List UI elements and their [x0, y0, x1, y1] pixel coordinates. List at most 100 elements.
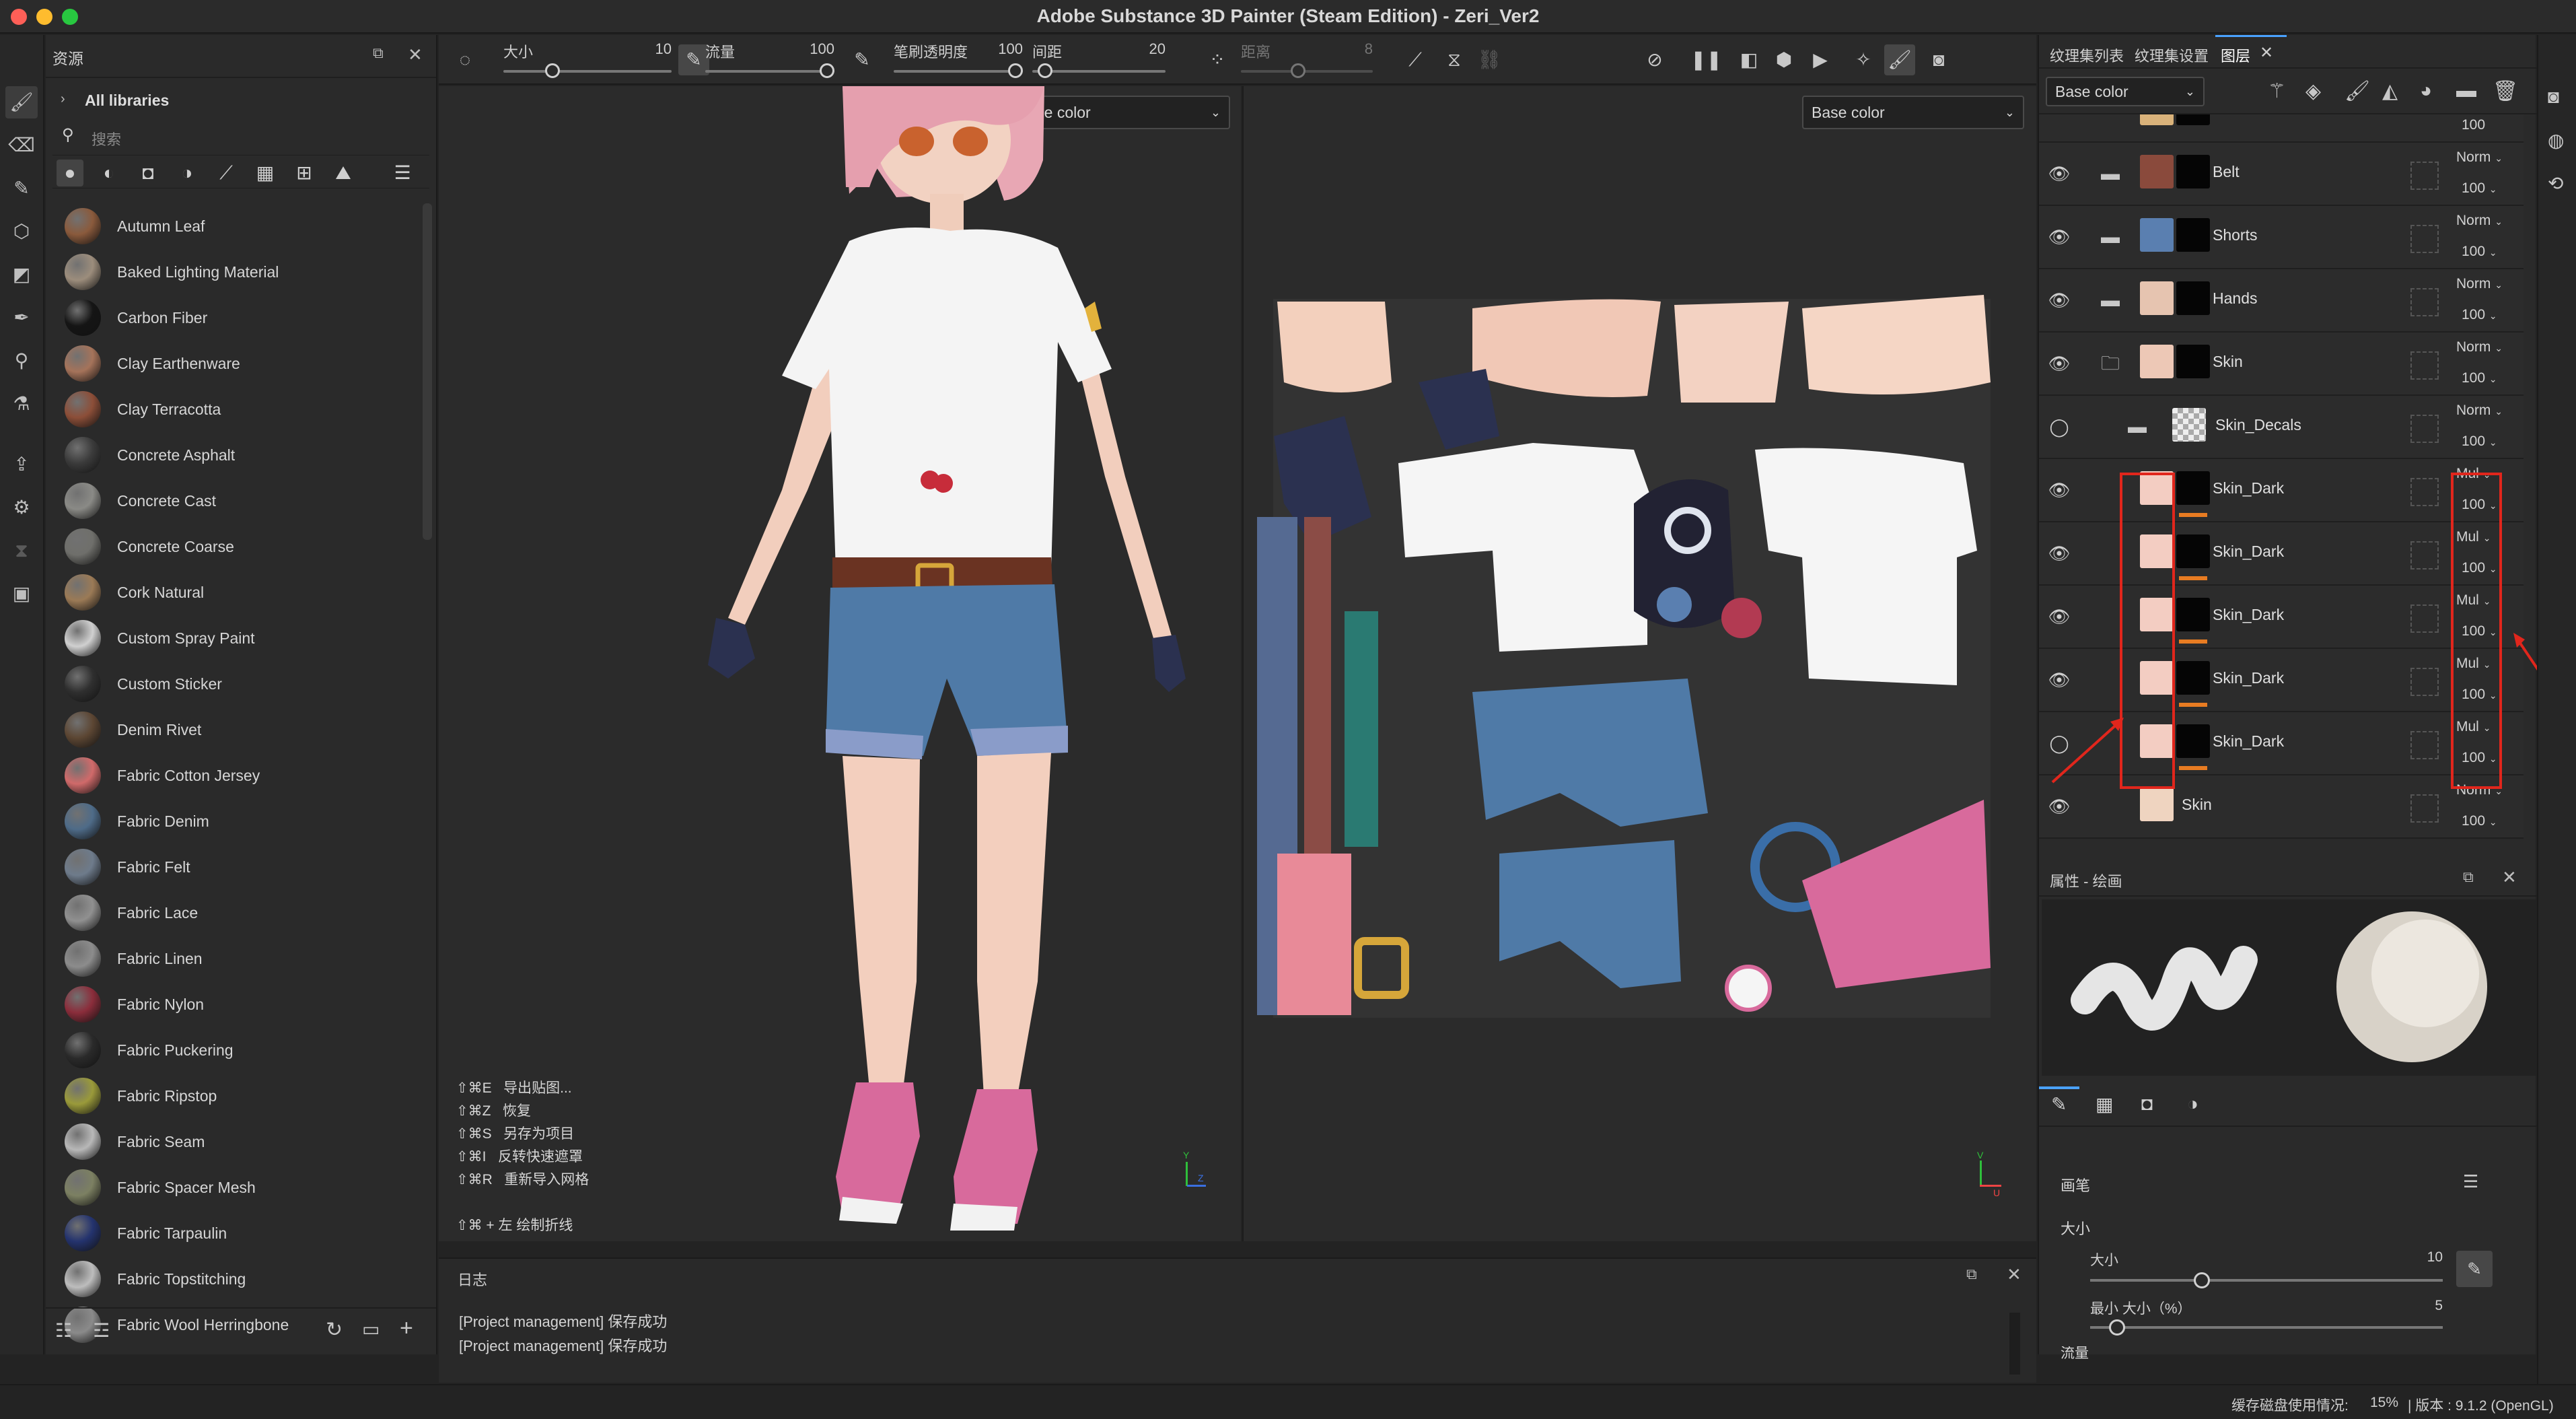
geometry-mask-slot[interactable] [2410, 604, 2439, 633]
geometry-mask-slot[interactable] [2410, 288, 2439, 316]
display-settings-icon[interactable]: ◍ [2548, 129, 2564, 151]
asset-item[interactable]: Autumn Leaf [50, 203, 420, 249]
screenshot-icon[interactable]: ◙ [1923, 44, 1954, 75]
close-icon[interactable]: ✕ [408, 44, 423, 65]
layer-opacity[interactable]: 100 ⌄ [2462, 434, 2497, 450]
geometry-mask-slot[interactable] [2410, 668, 2439, 696]
layer-row[interactable]: 100 [2039, 114, 2524, 143]
viewport-3d[interactable]: Base color ⌄ ⇧⌘E 导出贴图... ⇧⌘Z 恢复 ⇧⌘S 另存为项… [439, 86, 1241, 1241]
asset-item[interactable]: Denim Rivet [50, 707, 420, 753]
add-effect-icon[interactable]: ⚚ [2268, 79, 2286, 103]
spacing-knob[interactable] [1038, 63, 1052, 78]
eye-icon[interactable]: 👁 [2047, 351, 2071, 376]
new-folder-icon[interactable]: ▭ [362, 1318, 380, 1340]
pause-icon[interactable]: ❚❚ [1690, 44, 1722, 75]
asset-item[interactable]: Carbon Fiber [50, 295, 420, 341]
asset-item[interactable]: Fabric Topstitching [50, 1256, 420, 1302]
library-settings-icon[interactable]: ☲ [93, 1319, 110, 1342]
stroke-opacity-knob[interactable] [1008, 63, 1023, 78]
menu-icon[interactable]: ☰ [2463, 1171, 2478, 1192]
undock-icon[interactable]: ⧉ [373, 44, 384, 62]
tab-texture-set-settings[interactable]: 纹理集设置 [2135, 44, 2209, 66]
eye-icon[interactable]: 👁 [2047, 541, 2071, 565]
layer-opacity[interactable]: 100 ⌄ [2462, 370, 2497, 386]
layer-name[interactable]: Skin_Dark [2213, 479, 2284, 497]
close-icon[interactable]: ✕ [2502, 867, 2517, 888]
asset-item[interactable]: Fabric Puckering [50, 1027, 420, 1073]
geometry-fill-icon[interactable]: ⬡ [5, 215, 38, 248]
layer-row[interactable]: 👁 🗀 Skin Norm ⌄ 100 ⌄ [2039, 333, 2524, 396]
paint-brush-icon[interactable]: 🖌 [5, 86, 38, 118]
color-picker-icon[interactable]: ⚗ [5, 388, 38, 420]
asset-item[interactable]: Fabric Denim [50, 798, 420, 844]
asset-item[interactable]: Fabric Seam [50, 1119, 420, 1165]
asset-item[interactable]: Concrete Asphalt [50, 432, 420, 478]
import-icon[interactable]: ☷ [55, 1319, 72, 1342]
alpha-tab-icon[interactable]: ▦ [2096, 1093, 2113, 1115]
eye-icon[interactable]: 👁 [2047, 288, 2071, 312]
close-icon[interactable]: ✕ [2260, 43, 2273, 63]
asset-item[interactable]: Fabric Felt [50, 844, 420, 890]
iray-icon[interactable]: ✧ [1848, 44, 1879, 75]
asset-item[interactable]: Cork Natural [50, 569, 420, 615]
layer-name[interactable]: Belt [2213, 163, 2240, 181]
blend-mode[interactable]: Norm ⌄ [2456, 276, 2503, 292]
layer-name[interactable]: Skin [2213, 353, 2243, 371]
lazy-mouse-icon[interactable]: ⁘ [1202, 44, 1233, 75]
layer-row[interactable]: 👁 ▬ Hands Norm ⌄ 100 ⌄ [2039, 269, 2524, 333]
alphas-filter-icon[interactable]: ⊞ [291, 160, 318, 186]
asset-list-scrollbar[interactable] [423, 203, 432, 540]
geometry-mask-slot[interactable] [2410, 351, 2439, 380]
tab-texture-set-list[interactable]: 纹理集列表 [2050, 44, 2124, 66]
asset-item[interactable]: Fabric Ripstop [50, 1073, 420, 1119]
brush-mode-icon[interactable]: ◌ [450, 44, 480, 75]
add-mask-icon[interactable]: ◈ [2305, 79, 2321, 103]
add-icon[interactable]: + [400, 1315, 413, 1342]
size-knob[interactable] [2194, 1272, 2210, 1288]
eye-icon[interactable]: 👁 [2047, 604, 2071, 629]
min-size-track[interactable] [2090, 1326, 2443, 1329]
layer-name[interactable]: Skin [2182, 796, 2212, 814]
layer-name[interactable]: Skin_Dark [2213, 606, 2284, 624]
layer-opacity[interactable]: 100 ⌄ [2462, 180, 2497, 197]
material-tab-icon[interactable]: ◑ [2187, 1093, 2198, 1115]
add-folder-icon[interactable]: ▬ [2456, 79, 2476, 102]
layer-name[interactable]: Skin_Dark [2213, 543, 2284, 561]
close-icon[interactable]: ✕ [2007, 1264, 2022, 1285]
display-mode-icon[interactable]: ⬢ [1768, 44, 1799, 75]
asset-item[interactable]: Fabric Nylon [50, 981, 420, 1027]
polygon-fill-icon[interactable]: ◩ [5, 258, 38, 291]
asset-item[interactable]: Fabric Lace [50, 890, 420, 936]
asset-item[interactable]: Fabric Linen [50, 936, 420, 981]
alignment-icon[interactable]: ⟋ [1400, 44, 1431, 75]
asset-item[interactable]: Concrete Coarse [50, 524, 420, 569]
paint-mode-icon[interactable]: 🖌 [1884, 44, 1915, 75]
layer-row[interactable]: 👁 ▬ Shorts Norm ⌄ 100 ⌄ [2039, 206, 2524, 269]
folder-icon[interactable]: ▬ [2128, 415, 2155, 439]
viewer-icon[interactable]: ◙ [2548, 86, 2559, 108]
layer-opacity[interactable]: 100 [2462, 117, 2485, 133]
asset-item[interactable]: Baked Lighting Material [50, 249, 420, 295]
asset-item[interactable]: Concrete Cast [50, 478, 420, 524]
split-view-icon[interactable]: ◧ [1733, 44, 1764, 75]
layer-name[interactable]: Skin_Decals [2215, 416, 2301, 434]
size-slider[interactable]: 大小 10 [503, 39, 672, 81]
geometry-mask-slot[interactable] [2410, 415, 2439, 443]
environments-filter-icon[interactable]: ⛰ [330, 160, 357, 186]
add-fill-layer-icon[interactable]: ◭ [2382, 79, 2398, 103]
eye-icon[interactable]: 👁 [2047, 162, 2071, 186]
eye-hidden-icon[interactable]: ◯ [2047, 415, 2071, 439]
asset-item[interactable]: Fabric Cotton Jersey [50, 753, 420, 798]
render-icon[interactable]: ▣ [5, 578, 38, 610]
eye-icon[interactable]: 👁 [2047, 225, 2071, 249]
chevron-right-icon[interactable]: › [61, 92, 65, 107]
brushes-filter-icon[interactable]: ⟋ [213, 160, 240, 186]
folder-icon[interactable]: ▬ [2101, 288, 2128, 312]
folder-icon[interactable]: ▬ [2101, 225, 2128, 249]
brush-tab-icon[interactable]: ✎ [2051, 1093, 2067, 1115]
layer-row[interactable]: ◯ ▬ Skin_Decals Norm ⌄ 100 ⌄ [2039, 396, 2524, 459]
folder-icon[interactable]: ▬ [2101, 162, 2128, 186]
geometry-mask-slot[interactable] [2410, 225, 2439, 253]
spacing-slider[interactable]: 间距 20 [1032, 39, 1166, 81]
layer-opacity[interactable]: 100 ⌄ [2462, 813, 2497, 829]
